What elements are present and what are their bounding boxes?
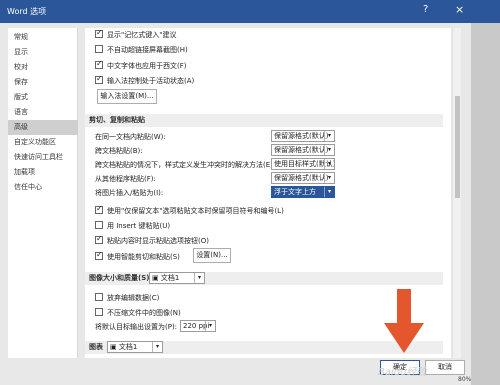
sidebar-item-advanced[interactable]: 高级 <box>8 120 78 135</box>
chevron-down-icon: ▾ <box>152 342 162 352</box>
zoom-level: 80% <box>458 376 472 383</box>
chevron-down-icon: ▾ <box>324 187 334 197</box>
insert-picture-value: 浮于文字上方 <box>274 188 316 196</box>
insert-picture-label: 将图片插入/粘贴为(I): <box>95 189 164 197</box>
cancel-button[interactable]: 取消 <box>425 360 465 375</box>
sidebar-item-customize-ribbon[interactable]: 自定义功能区 <box>8 135 78 150</box>
paste-section-title: 剪切、复制和粘贴 <box>89 116 145 124</box>
document-icon: ▣ <box>152 274 161 282</box>
red-arrow-annotation <box>384 289 424 353</box>
watermark: Baidu经验 <box>378 367 427 378</box>
chart-doc-value: 文档1 <box>118 343 138 351</box>
word-app-edge <box>471 0 500 385</box>
chinese-font-west-label: 中文字体也应用于西文(F) <box>107 62 187 70</box>
sidebar-item-display[interactable]: 显示 <box>8 45 78 60</box>
chart-doc-select[interactable]: ▣ 文档1 ▾ <box>107 341 163 353</box>
no-hyperlink-screenshot-label: 不自动超链接屏幕截图(H) <box>107 46 188 54</box>
style-conflict-label: 跨文档粘贴的情况下，样式定义发生冲突时的解决方法(E): <box>95 161 276 169</box>
paste-other-app-label: 从其他程序粘贴(F): <box>95 175 156 183</box>
paste-same-doc-select[interactable]: 保留源格式(默认) ▾ <box>271 130 335 142</box>
autocomplete-checkbox[interactable] <box>95 28 103 38</box>
smart-cut-paste-label: 使用智能剪切和粘贴(S) <box>107 253 180 261</box>
paste-other-app-select[interactable]: 保留源格式(默认) ▾ <box>271 172 335 184</box>
image-section-header: 图像大小和质量(S) <box>85 272 443 285</box>
sidebar-item-quick-access[interactable]: 快速访问工具栏 <box>8 150 78 165</box>
help-icon[interactable]: ? <box>423 4 428 15</box>
chevron-down-icon: ▾ <box>324 173 334 183</box>
target-output-select[interactable]: 220 ppi ▾ <box>180 320 216 332</box>
sidebar-item-language[interactable]: 语言 <box>8 105 78 120</box>
smart-paste-settings-button[interactable]: 设置(N)... <box>193 248 231 263</box>
sidebar-item-trust-center[interactable]: 信任中心 <box>8 180 78 195</box>
content-scrollbar[interactable] <box>452 28 461 358</box>
no-compress-checkbox[interactable] <box>95 308 103 316</box>
style-conflict-select[interactable]: 使用目标样式(默认) ▾ <box>271 158 335 170</box>
paste-other-app-value: 保留源格式(默认) <box>274 174 329 182</box>
ime-active-checkbox[interactable] <box>95 74 103 84</box>
chinese-font-west-checkbox[interactable] <box>95 59 103 69</box>
autocomplete-label: 显示"记忆式键入"建议 <box>107 31 177 39</box>
title-bar: Word 选项 ? × <box>0 0 500 23</box>
ime-active-label: 输入法控制处于活动状态(A) <box>107 77 195 85</box>
show-paste-options-checkbox[interactable] <box>95 234 103 244</box>
sidebar-item-proofing[interactable]: 校对 <box>8 60 78 75</box>
target-output-label: 将默认目标输出设置为(P): <box>95 323 178 331</box>
insert-key-paste-label: 用 Insert 键粘贴(U) <box>107 222 171 230</box>
discard-edit-data-label: 放弃编辑数据(C) <box>107 294 160 302</box>
discard-edit-data-checkbox[interactable] <box>95 293 103 301</box>
chevron-down-icon: ▾ <box>324 131 334 141</box>
keep-bullets-label: 使用"仅保留文本"选项粘贴文本时保留项目符号和编号(L) <box>107 207 284 215</box>
scrollbar-thumb[interactable] <box>455 96 460 198</box>
chart-section-title: 图表 <box>89 343 103 351</box>
image-section-title: 图像大小和质量(S) <box>89 274 150 282</box>
options-sidebar: 常规 显示 校对 保存 版式 语言 高级 自定义功能区 快速访问工具栏 加载项 … <box>8 28 78 358</box>
ime-settings-button[interactable]: 输入法设置(M)... <box>97 89 157 104</box>
paste-same-doc-label: 在同一文档内粘贴(W): <box>95 133 166 141</box>
sidebar-item-layout[interactable]: 版式 <box>8 90 78 105</box>
smart-cut-paste-checkbox[interactable] <box>95 250 103 260</box>
insert-picture-select[interactable]: 浮于文字上方 ▾ <box>271 186 335 198</box>
show-paste-options-label: 粘贴内容时显示粘贴选项按钮(O) <box>107 237 209 245</box>
chevron-down-icon: ▾ <box>324 145 334 155</box>
chevron-down-icon: ▾ <box>194 273 204 283</box>
image-doc-select[interactable]: ▣ 文档1 ▾ <box>149 272 205 284</box>
close-icon[interactable]: × <box>455 3 464 16</box>
no-compress-label: 不压缩文件中的图像(N) <box>107 309 181 317</box>
sidebar-item-addins[interactable]: 加载项 <box>8 165 78 180</box>
insert-key-paste-checkbox[interactable] <box>95 221 103 229</box>
sidebar-item-general[interactable]: 常规 <box>8 30 78 45</box>
chevron-down-icon: ▾ <box>324 159 334 169</box>
paste-cross-doc-select[interactable]: 保留源格式(默认) ▾ <box>271 144 335 156</box>
window-title: Word 选项 <box>7 7 47 16</box>
document-icon: ▣ <box>110 343 119 351</box>
chevron-down-icon: ▾ <box>205 321 215 331</box>
keep-bullets-checkbox[interactable] <box>95 204 103 214</box>
paste-section-header: 剪切、复制和粘贴 <box>85 114 443 127</box>
no-hyperlink-screenshot-checkbox[interactable] <box>95 45 103 53</box>
paste-same-doc-value: 保留源格式(默认) <box>274 132 329 140</box>
sidebar-item-save[interactable]: 保存 <box>8 75 78 90</box>
paste-cross-doc-label: 跨文档粘贴(B): <box>95 147 143 155</box>
paste-cross-doc-value: 保留源格式(默认) <box>274 146 329 154</box>
image-doc-value: 文档1 <box>160 274 180 282</box>
